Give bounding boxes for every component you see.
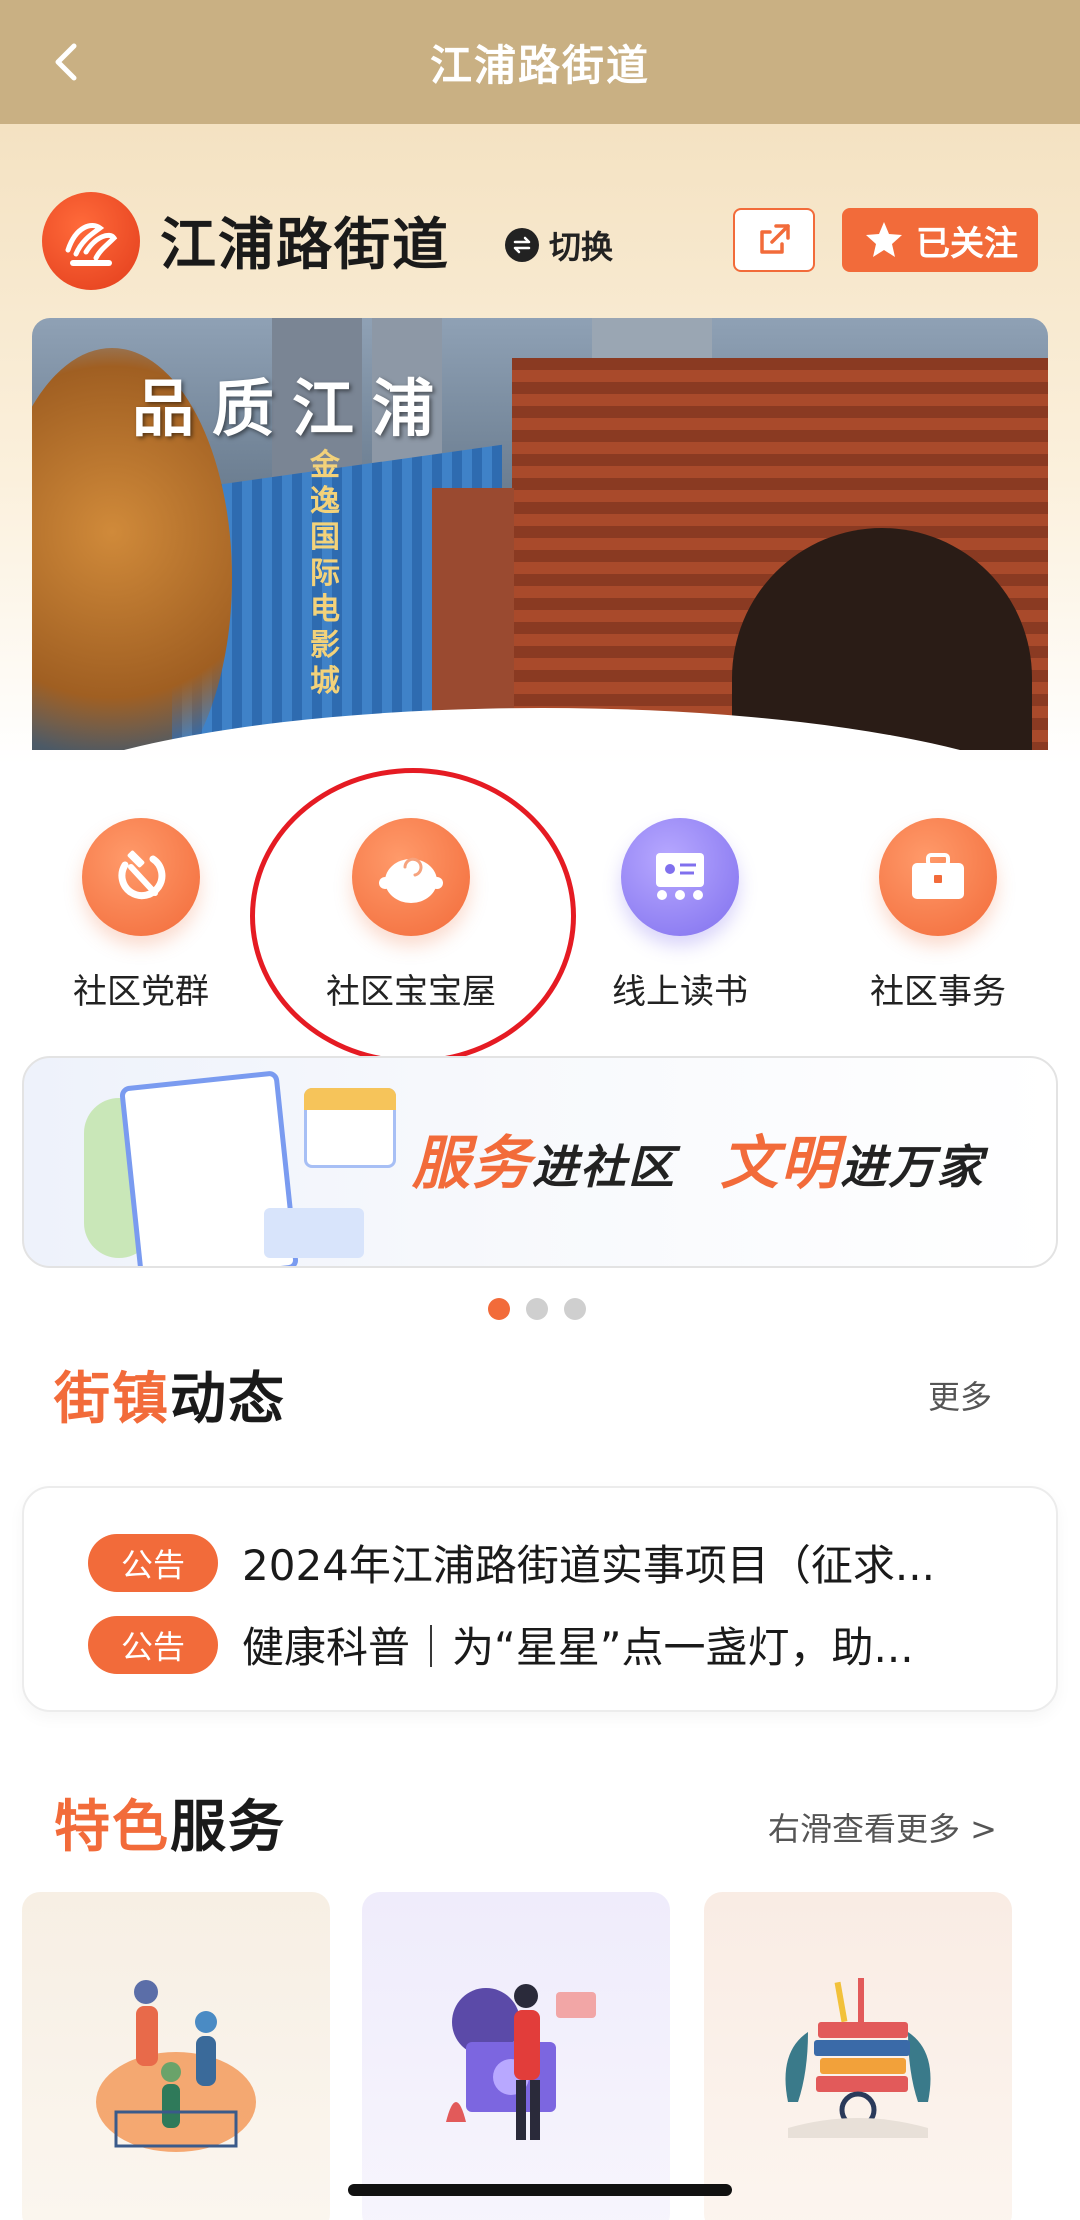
quick-link-online-reading[interactable]: 线上读书 <box>580 818 780 1013</box>
carousel-indicator <box>488 1298 586 1320</box>
page-title: 江浦路街道 <box>429 40 650 90</box>
quick-link-label: 线上读书 <box>612 972 748 1012</box>
carousel-dot[interactable] <box>564 1298 586 1320</box>
title-bar: 江浦路街道 <box>0 0 1080 124</box>
announcement-tag: 公告 <box>88 1533 218 1592</box>
follow-button[interactable]: 已关注 <box>842 208 1038 272</box>
share-button[interactable] <box>733 208 815 272</box>
briefcase-icon <box>879 818 997 936</box>
site-name: 江浦路街道 <box>160 213 450 278</box>
hammer-sickle-icon <box>82 818 200 936</box>
chart-illustration <box>264 1208 364 1258</box>
news-headline: 健康科普｜为“星星”点一盏灯，助... <box>242 1623 914 1672</box>
news-item[interactable]: 公告 健康科普｜为“星星”点一盏灯，助... <box>88 1614 1002 1675</box>
feature-card-digital-service[interactable] <box>362 1892 670 2220</box>
feature-section-title: 特色服务 <box>54 1795 286 1860</box>
switch-button[interactable]: 切换 <box>505 222 613 268</box>
promo-banner[interactable]: 服务进社区 文明进万家 <box>22 1056 1058 1268</box>
quick-link-community-affairs[interactable]: 社区事务 <box>838 818 1038 1013</box>
quick-link-label: 社区党群 <box>73 972 209 1012</box>
follow-label: 已关注 <box>916 223 1018 264</box>
books-illustration <box>704 1892 1012 2220</box>
feature-card-community-activity[interactable] <box>22 1892 330 2220</box>
calendar-illustration <box>304 1088 396 1168</box>
feature-more-link[interactable]: 右滑查看更多 > <box>768 1804 997 1850</box>
banner-slogan: 品质江浦 <box>132 372 453 445</box>
carousel-dot[interactable] <box>488 1298 510 1320</box>
switch-label: 切换 <box>549 228 614 266</box>
highlight-annotation-circle <box>250 768 576 1064</box>
news-section-title: 街镇动态 <box>54 1367 286 1432</box>
logo-emblem-icon <box>65 223 118 266</box>
news-card: 公告 2024年江浦路街道实事项目（征求... 公告 健康科普｜为“星星”点一盏… <box>22 1486 1058 1712</box>
feature-card-reading[interactable] <box>704 1892 1012 2220</box>
promo-slogan: 服务进社区 文明进万家 <box>412 1129 985 1197</box>
banner-image[interactable]: 品质江浦 金逸国际电影城 <box>32 318 1048 750</box>
quick-link-label: 社区事务 <box>870 972 1006 1012</box>
announcement-tag: 公告 <box>88 1615 218 1674</box>
back-button[interactable] <box>40 32 100 92</box>
share-external-icon <box>760 224 790 254</box>
carousel-dot[interactable] <box>526 1298 548 1320</box>
quick-link-party[interactable]: 社区党群 <box>41 818 241 1013</box>
banner-signage: 金逸国际电影城 <box>310 448 340 699</box>
chevron-left-icon <box>55 43 77 81</box>
news-headline: 2024年江浦路街道实事项目（征求... <box>242 1541 935 1590</box>
switch-icon <box>505 228 539 262</box>
star-icon <box>866 222 902 257</box>
online-class-icon <box>621 818 739 936</box>
people-activity-illustration <box>22 1892 330 2220</box>
home-indicator[interactable] <box>348 2184 732 2196</box>
online-service-illustration <box>362 1892 670 2220</box>
news-item[interactable]: 公告 2024年江浦路街道实事项目（征求... <box>88 1532 1002 1593</box>
street-logo <box>42 192 140 290</box>
news-more-link[interactable]: 更多 <box>928 1372 992 1418</box>
